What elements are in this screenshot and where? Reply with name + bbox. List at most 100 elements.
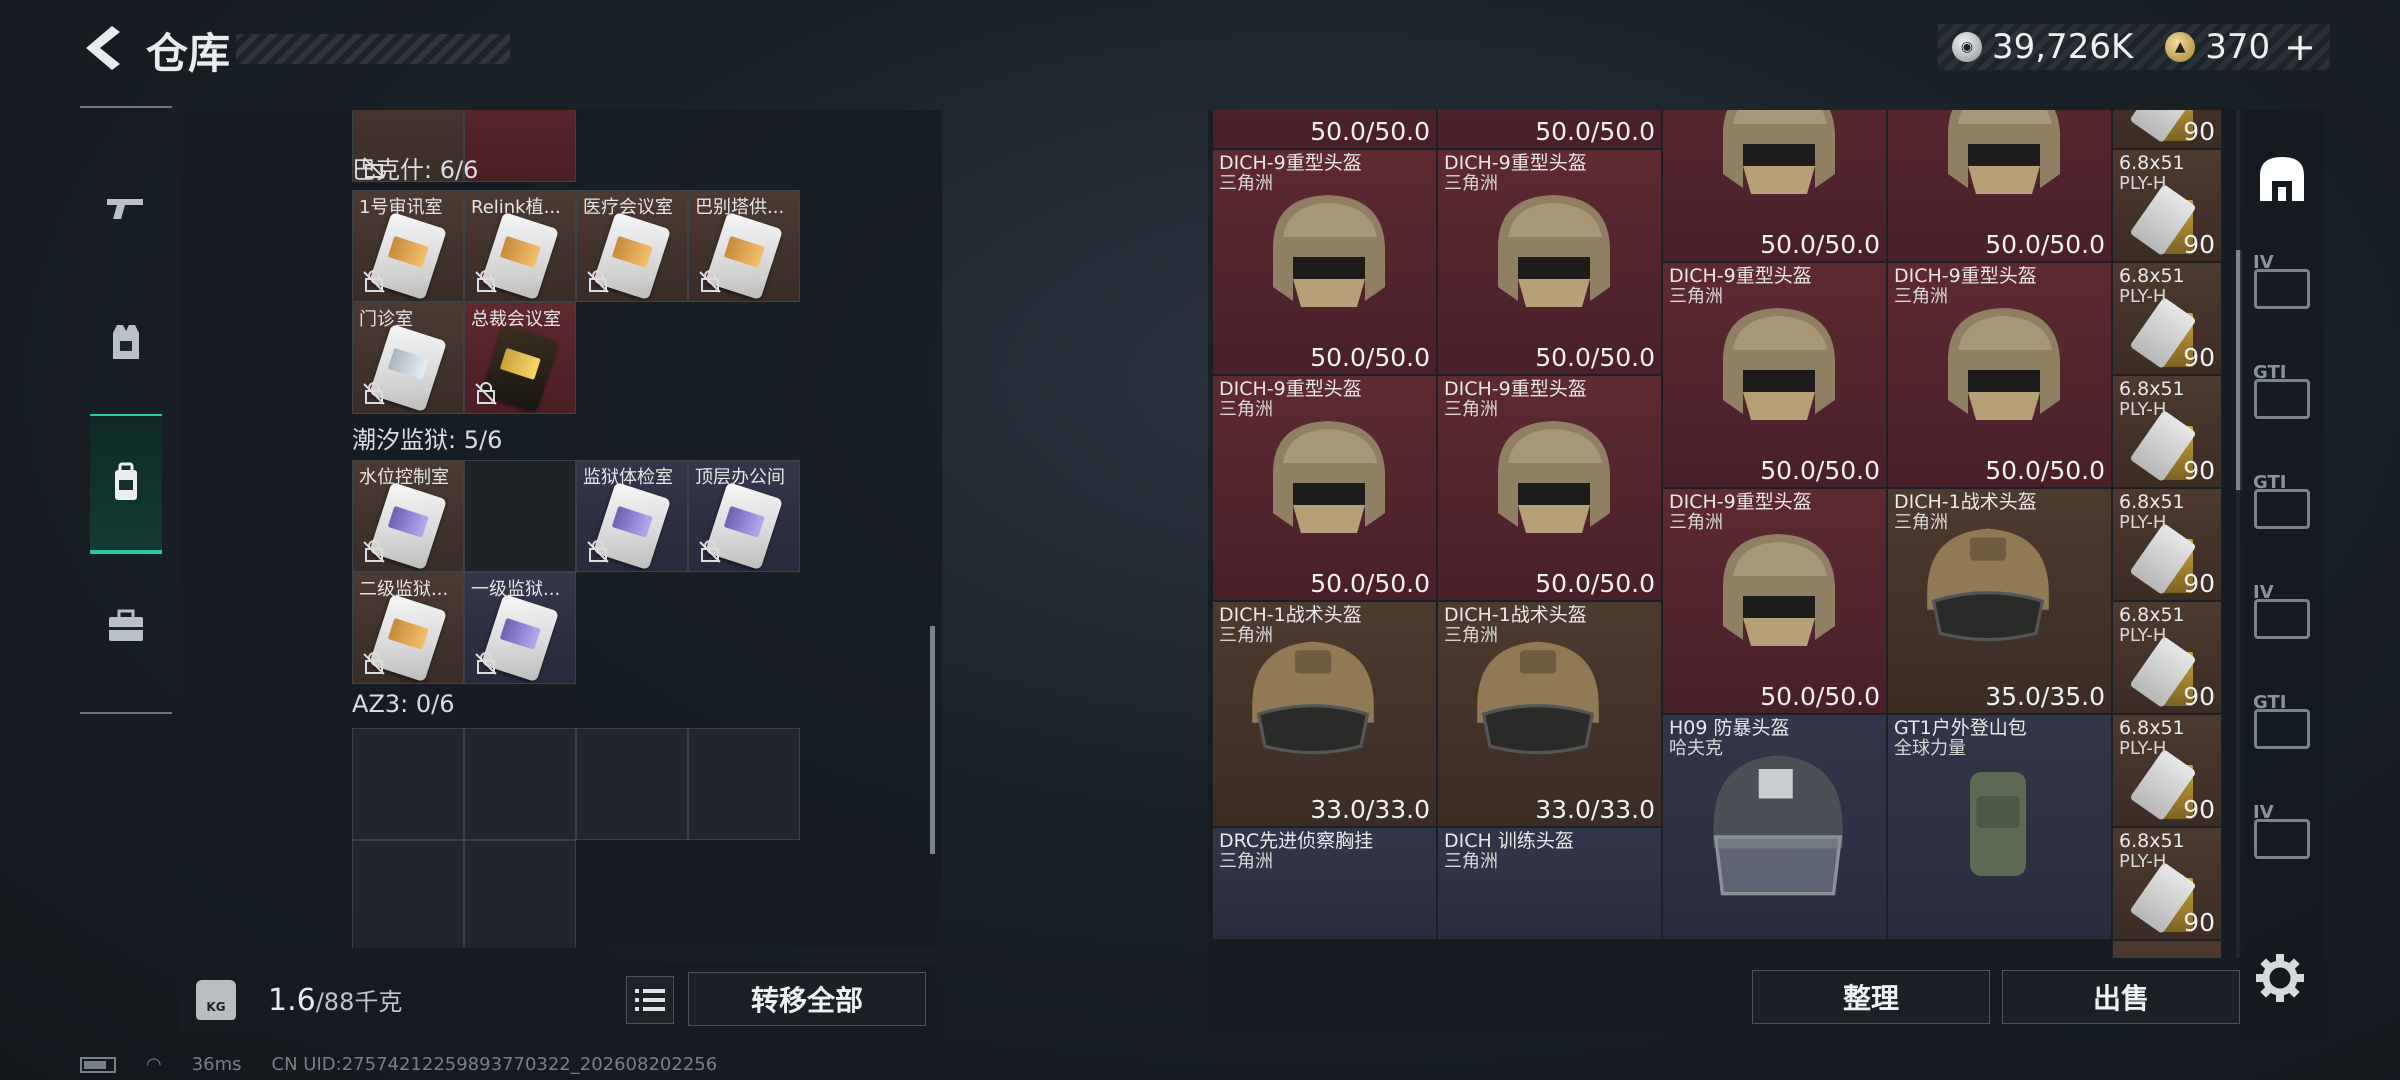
keycard-cell[interactable]: 巴别塔供...: [688, 190, 800, 302]
heavy-helmet-icon: [1273, 421, 1385, 533]
settings-button[interactable]: [2254, 952, 2306, 1004]
item-durability: 33.0/33.0: [1310, 795, 1430, 824]
storage-tab-6[interactable]: GTI: [2240, 674, 2324, 784]
warehouse-item[interactable]: DICH-1战术头盔 三角洲 35.0/35.0: [1887, 488, 2112, 714]
warehouse-item[interactable]: H09 防暴头盔 哈夫克: [1662, 714, 1887, 940]
empty-slot[interactable]: [352, 728, 464, 840]
riot-helmet-icon: [1713, 755, 1843, 896]
warehouse-item[interactable]: 50.0/50.0: [1212, 110, 1437, 149]
weight-bar: KG 1.6/88千克 转移全部: [180, 964, 942, 1034]
add-currency-button[interactable]: +: [2284, 25, 2316, 69]
item-cell[interactable]: [464, 110, 576, 182]
nav-gear[interactable]: [80, 272, 172, 412]
warehouse-item[interactable]: DICH-9重型头盔三角洲50.0/50.0: [1887, 110, 2112, 262]
item-faction: 三角洲: [1219, 851, 1273, 872]
ammo-caliber: 6.8x51: [2119, 265, 2185, 287]
ammo-item[interactable]: 6.8x51PLY-H90: [2112, 827, 2222, 940]
warehouse-item[interactable]: DRC先进侦察胸挂 三角洲: [1212, 827, 1437, 940]
empty-slot[interactable]: [352, 840, 464, 948]
tab-tier: IV: [2253, 582, 2274, 603]
storage-tab-7[interactable]: IV: [2240, 784, 2324, 894]
ammo-caliber: 6.8x51: [2119, 378, 2185, 400]
keycard-cell[interactable]: 总裁会议室: [464, 302, 576, 414]
empty-slot[interactable]: [464, 840, 576, 948]
item-durability: 50.0/50.0: [1535, 569, 1655, 598]
scrollbar-thumb[interactable]: [930, 626, 935, 854]
warehouse-item[interactable]: 50.0/50.0: [1437, 110, 1662, 149]
keycard-cell[interactable]: Relink植...: [464, 190, 576, 302]
sort-button[interactable]: 整理: [1752, 970, 1990, 1024]
ammo-item[interactable]: 6.8x51PLY-H90: [2112, 601, 2222, 714]
category-nav: [80, 106, 172, 714]
section-grid-bakesh: 1号审讯室 Relink植... 医疗会议室 巴别塔供... 门诊室 总裁会议室: [352, 190, 800, 414]
keycard-cell[interactable]: 一级监狱...: [464, 572, 576, 684]
ammo-item[interactable]: 6.8x51PLY-H 90: [2112, 262, 2222, 375]
header: 仓库 ◉ 39,726K ▲ 370 +: [0, 0, 2400, 100]
warehouse-item[interactable]: DICH-9重型头盔三角洲50.0/50.0: [1662, 262, 1887, 488]
nav-toolbox[interactable]: [80, 556, 172, 696]
warehouse-grid[interactable]: 50.0/50.050.0/50.0DICH-9重型头盔三角洲50.0/50.0…: [1212, 110, 2234, 958]
warehouse-item[interactable]: DICH-9重型头盔三角洲50.0/50.0: [1212, 375, 1437, 601]
item-durability: 50.0/50.0: [1535, 343, 1655, 372]
empty-slot[interactable]: [464, 728, 576, 840]
keycard-name: 监狱体检室: [583, 467, 673, 488]
keycard-cell[interactable]: 监狱体检室: [576, 460, 688, 572]
item-name: DICH-9重型头盔: [1219, 378, 1362, 400]
warehouse-item[interactable]: DICH-9重型头盔三角洲50.0/50.0: [1437, 149, 1662, 375]
keycard-name: 水位控制室: [359, 467, 449, 488]
storage-tab-2[interactable]: IV: [2240, 234, 2324, 344]
storage-tab-1[interactable]: [2240, 124, 2324, 234]
ammo-caliber: 6.8x51: [2119, 830, 2185, 852]
title-decoration: [236, 34, 510, 64]
list-view-button[interactable]: [626, 976, 674, 1024]
warehouse-item[interactable]: DICH-9重型头盔三角洲50.0/50.0: [1887, 262, 2112, 488]
keycard-cell[interactable]: 水位控制室: [352, 460, 464, 572]
keycard-cell[interactable]: 门诊室: [352, 302, 464, 414]
item-durability: 50.0/50.0: [1310, 343, 1430, 372]
warehouse-item[interactable]: DICH-9重型头盔三角洲50.0/50.0: [1437, 375, 1662, 601]
ammo-item[interactable]: 6.8x51PLY-H90: [2112, 714, 2222, 827]
back-button[interactable]: [76, 22, 126, 74]
ammo-count: 90: [2183, 908, 2215, 937]
ammo-item[interactable]: [2112, 940, 2222, 958]
storage-tab-3[interactable]: GTI: [2240, 344, 2324, 454]
keycard-cell[interactable]: 顶层办公间: [688, 460, 800, 572]
sell-button[interactable]: 出售: [2002, 970, 2240, 1024]
warehouse-item[interactable]: DICH-9重型头盔三角洲50.0/50.0: [1662, 110, 1887, 262]
transfer-all-button[interactable]: 转移全部: [688, 972, 926, 1026]
ammo-item[interactable]: 6.8x51PLY-H90: [2112, 375, 2222, 488]
no-lock-icon: [699, 540, 721, 563]
warehouse-item[interactable]: DICH-9重型头盔三角洲50.0/50.0: [1662, 488, 1887, 714]
warehouse-item[interactable]: DICH-1战术头盔 三角洲 33.0/33.0: [1437, 601, 1662, 827]
warehouse-item[interactable]: DICH 训练头盔 三角洲: [1437, 827, 1662, 940]
nav-weapons[interactable]: [80, 138, 172, 278]
item-faction: 三角洲: [1894, 512, 1948, 533]
ammo-count: 90: [2183, 456, 2215, 485]
item-durability: 33.0/33.0: [1535, 795, 1655, 824]
keycard-cell[interactable]: 医疗会议室: [576, 190, 688, 302]
toolbox-icon: [109, 609, 143, 641]
ammo-item[interactable]: 6.8x51PLY-H90: [2112, 149, 2222, 262]
ammo-count: 90: [2183, 343, 2215, 372]
keycard-cell[interactable]: [464, 460, 576, 572]
ammo-item[interactable]: 6.8x51PLY-H90: [2112, 488, 2222, 601]
container-list-panel[interactable]: 巴克什: 6/6 1号审讯室 Relink植... 医疗会议室 巴别塔供... 门诊室 总…: [180, 110, 942, 948]
warehouse-item[interactable]: DICH-1战术头盔 三角洲 33.0/33.0: [1212, 601, 1437, 827]
empty-slot[interactable]: [576, 728, 688, 840]
ammo-type: PLY-H: [2119, 286, 2167, 307]
item-faction: 哈夫克: [1669, 738, 1723, 759]
keycard-name: 1号审讯室: [359, 197, 443, 218]
item-faction: 三角洲: [1444, 625, 1498, 646]
weight-max: /88千克: [315, 988, 403, 1016]
warehouse-item[interactable]: GT1户外登山包 全球力量: [1887, 714, 2112, 940]
keycard-cell[interactable]: 二级监狱...: [352, 572, 464, 684]
item-faction: 三角洲: [1894, 286, 1948, 307]
empty-slot[interactable]: [688, 728, 800, 840]
warehouse-item[interactable]: DICH-9重型头盔三角洲50.0/50.0: [1212, 149, 1437, 375]
nav-containers[interactable]: [90, 414, 162, 554]
storage-tab-5[interactable]: IV: [2240, 564, 2324, 674]
storage-tab-4[interactable]: GTI: [2240, 454, 2324, 564]
keycard-name: 巴别塔供...: [695, 197, 785, 218]
ammo-item[interactable]: 6.8x51PLY-H90: [2112, 110, 2222, 149]
keycard-cell[interactable]: 1号审讯室: [352, 190, 464, 302]
